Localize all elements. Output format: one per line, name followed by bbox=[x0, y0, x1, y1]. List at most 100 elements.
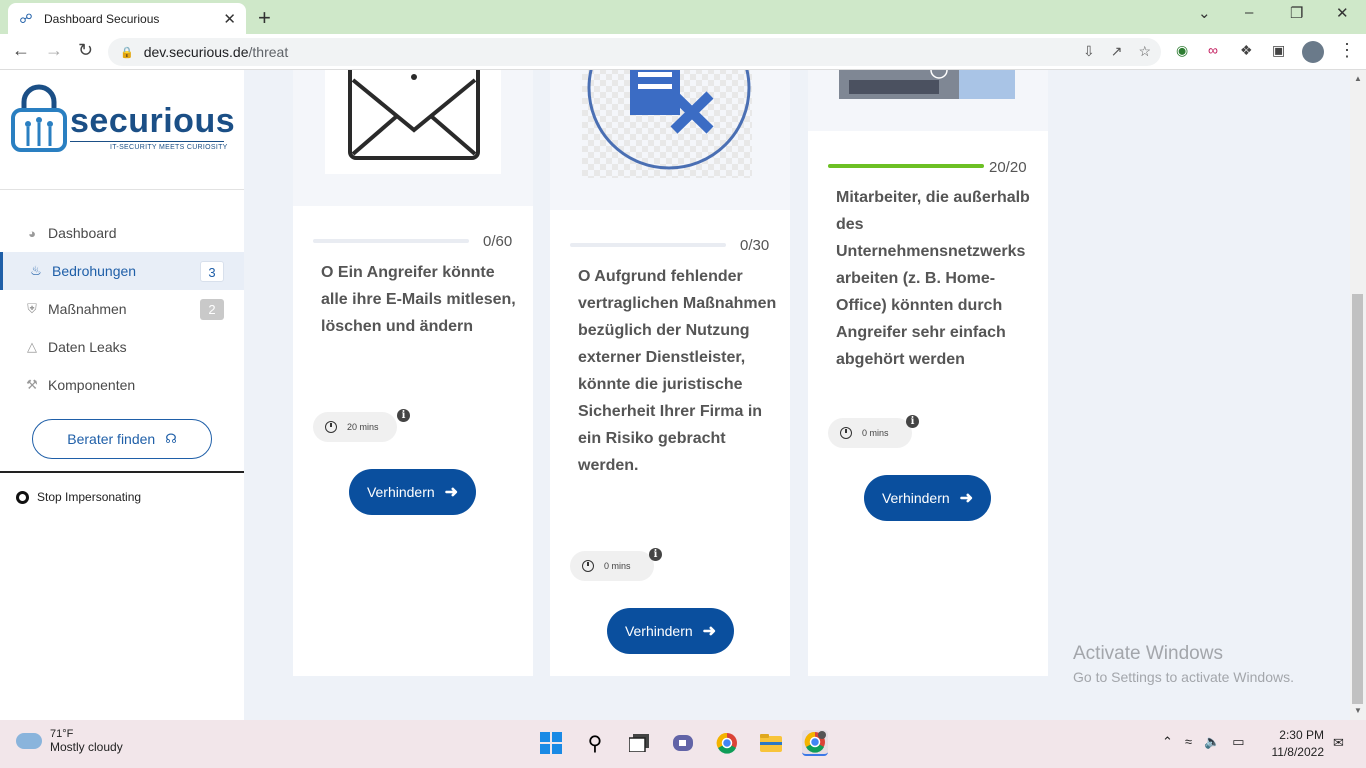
laptop-photo bbox=[839, 70, 1015, 99]
page-scrollbar[interactable]: ▲ ▼ bbox=[1350, 70, 1366, 720]
sidebar-item-label: Komponenten bbox=[48, 377, 136, 393]
verhindern-button[interactable]: Verhindern ➜ bbox=[607, 608, 734, 654]
notification-icon[interactable]: ✉ bbox=[1333, 735, 1344, 751]
stop-impersonating-link[interactable]: Stop Impersonating bbox=[16, 490, 141, 504]
window-close-icon[interactable]: ✕ bbox=[1336, 4, 1349, 22]
info-icon[interactable]: i bbox=[649, 548, 662, 561]
chrome-icon[interactable] bbox=[714, 730, 740, 756]
system-tray: ⌃ ≈ 🔈 ▭ bbox=[1162, 734, 1245, 750]
wrench-icon: ⚒ bbox=[26, 377, 38, 392]
time-estimate: 0 mins bbox=[828, 418, 912, 448]
progress-bar-fill bbox=[828, 164, 984, 168]
button-label: Verhindern bbox=[624, 623, 693, 639]
threat-card: 20/20 Mitarbeiter, die außerhalb des Unt… bbox=[808, 70, 1048, 676]
clock-icon bbox=[582, 560, 594, 572]
teams-chat-icon[interactable] bbox=[670, 730, 696, 756]
progress-count: 20/20 bbox=[989, 159, 1027, 176]
install-app-icon[interactable]: ⇩ bbox=[1083, 43, 1095, 60]
chrome-profile-icon[interactable] bbox=[802, 730, 828, 756]
activate-windows-watermark: Activate Windows Go to Settings to activ… bbox=[1073, 643, 1294, 685]
browser-menu-icon[interactable]: ⋮ bbox=[1338, 40, 1356, 61]
weather-condition: Mostly cloudy bbox=[50, 740, 123, 754]
task-view-icon[interactable] bbox=[626, 730, 652, 756]
progress-count: 0/60 bbox=[483, 233, 513, 250]
time-label: 0 mins bbox=[862, 428, 889, 438]
taskbar-apps: ⚲ bbox=[538, 730, 828, 756]
threat-description: O Ein Angreifer könnte alle ihre E-Mails… bbox=[321, 264, 516, 335]
arrow-right-icon: ➜ bbox=[444, 484, 459, 501]
lock-icon[interactable]: 🔒 bbox=[120, 46, 134, 59]
envelope-icon bbox=[348, 70, 480, 160]
berater-finden-button[interactable]: Berater finden ☊ bbox=[32, 419, 212, 459]
clock-icon bbox=[840, 427, 852, 439]
warning-icon: △ bbox=[27, 339, 37, 354]
url-host: dev.securious.de bbox=[143, 44, 249, 60]
sidebar-nav: ◕ Dashboard ♨ Bedrohungen 3 ⛨ Maßnahmen … bbox=[0, 214, 244, 404]
wifi-icon[interactable]: ≈ bbox=[1185, 734, 1192, 750]
back-icon[interactable]: ← bbox=[12, 40, 30, 61]
tab-close-icon[interactable]: ✕ bbox=[223, 10, 236, 28]
sidebar-item-komponenten[interactable]: ⚒ Komponenten bbox=[0, 366, 244, 404]
browser-tab[interactable]: ☍ Dashboard Securious ✕ bbox=[8, 3, 246, 34]
card-image-area bbox=[808, 70, 1048, 131]
bookmark-star-icon[interactable]: ☆ bbox=[1138, 43, 1151, 60]
new-tab-icon[interactable]: + bbox=[258, 5, 271, 31]
document-cancel-icon bbox=[582, 70, 752, 178]
extension-globe-icon[interactable]: ◉ bbox=[1176, 42, 1188, 59]
sidebar-item-dashboard[interactable]: ◕ Dashboard bbox=[0, 214, 244, 252]
extension-infinity-icon[interactable]: ∞ bbox=[1208, 42, 1218, 58]
shield-icon: ⛨ bbox=[27, 301, 37, 316]
time-label: 20 mins bbox=[347, 422, 379, 432]
sidebar-item-massnahmen[interactable]: ⛨ Maßnahmen 2 bbox=[0, 290, 244, 328]
sidebar-item-daten-leaks[interactable]: △ Daten Leaks bbox=[0, 328, 244, 366]
file-explorer-icon[interactable] bbox=[758, 730, 784, 756]
tab-search-chevron-icon[interactable]: ⌄ bbox=[1198, 4, 1211, 22]
count-badge: 3 bbox=[200, 261, 224, 282]
reload-icon[interactable]: ↻ bbox=[78, 40, 93, 61]
progress-count: 0/30 bbox=[740, 237, 770, 254]
weather-widget[interactable]: 71°F Mostly cloudy bbox=[16, 728, 123, 754]
scroll-down-icon[interactable]: ▼ bbox=[1354, 706, 1362, 715]
search-icon[interactable]: ⚲ bbox=[582, 730, 608, 756]
chevron-up-icon[interactable]: ⌃ bbox=[1162, 734, 1173, 750]
forward-icon[interactable]: → bbox=[45, 40, 63, 61]
page-viewport: securious IT-SECURITY MEETS CURIOSITY ◕ … bbox=[0, 70, 1366, 720]
scroll-up-icon[interactable]: ▲ bbox=[1354, 74, 1362, 83]
verhindern-button[interactable]: Verhindern ➜ bbox=[864, 475, 991, 521]
securious-logo: securious IT-SECURITY MEETS CURIOSITY bbox=[10, 84, 235, 158]
cloud-icon bbox=[16, 733, 42, 749]
watermark-subtitle: Go to Settings to activate Windows. bbox=[1073, 669, 1294, 685]
threat-description: Mitarbeiter, die außerhalb des Unternehm… bbox=[836, 189, 1030, 368]
scrollbar-thumb[interactable] bbox=[1352, 294, 1363, 704]
windows-start-icon[interactable] bbox=[538, 730, 564, 756]
info-icon[interactable]: i bbox=[906, 415, 919, 428]
gauge-icon: ◕ bbox=[28, 225, 36, 241]
speaker-muted-icon[interactable]: 🔈 bbox=[1204, 734, 1220, 750]
arrow-right-icon: ➜ bbox=[959, 490, 974, 507]
button-label: Verhindern bbox=[366, 484, 435, 500]
battery-icon[interactable]: ▭ bbox=[1232, 734, 1244, 750]
arrow-right-icon: ➜ bbox=[702, 623, 717, 640]
verhindern-button[interactable]: Verhindern ➜ bbox=[349, 469, 476, 515]
sidebar-item-bedrohungen[interactable]: ♨ Bedrohungen 3 bbox=[0, 252, 244, 290]
card-image-area bbox=[550, 70, 790, 210]
share-icon[interactable]: ↗ bbox=[1111, 43, 1123, 60]
restore-icon[interactable]: ❐ bbox=[1290, 4, 1303, 22]
browser-tab-bar: ☍ Dashboard Securious ✕ + ⌄ – ❐ ✕ bbox=[0, 0, 1366, 34]
taskbar-clock[interactable]: 2:30 PM 11/8/2022 bbox=[1270, 728, 1325, 759]
sidebar-item-label: Dashboard bbox=[48, 225, 117, 241]
minimize-icon[interactable]: – bbox=[1245, 4, 1253, 21]
count-badge: 2 bbox=[200, 299, 224, 320]
info-icon[interactable]: i bbox=[397, 409, 410, 422]
progress-bar bbox=[313, 239, 469, 243]
address-bar[interactable]: 🔒 dev.securious.de/threat ⇩ ↗ ☆ bbox=[108, 38, 1161, 66]
securious-favicon-icon: ☍ bbox=[19, 10, 33, 26]
extensions-puzzle-icon[interactable]: ❖ bbox=[1240, 42, 1253, 59]
clock-date: 11/8/2022 bbox=[1271, 745, 1325, 759]
url-path: /threat bbox=[248, 44, 289, 60]
record-stop-icon bbox=[16, 490, 29, 504]
side-panel-icon[interactable]: ▣ bbox=[1272, 42, 1285, 59]
sidebar-item-label: Bedrohungen bbox=[52, 263, 137, 279]
threat-description: O Aufgrund fehlender vertraglichen Maßna… bbox=[578, 268, 777, 474]
profile-avatar[interactable] bbox=[1302, 41, 1324, 63]
